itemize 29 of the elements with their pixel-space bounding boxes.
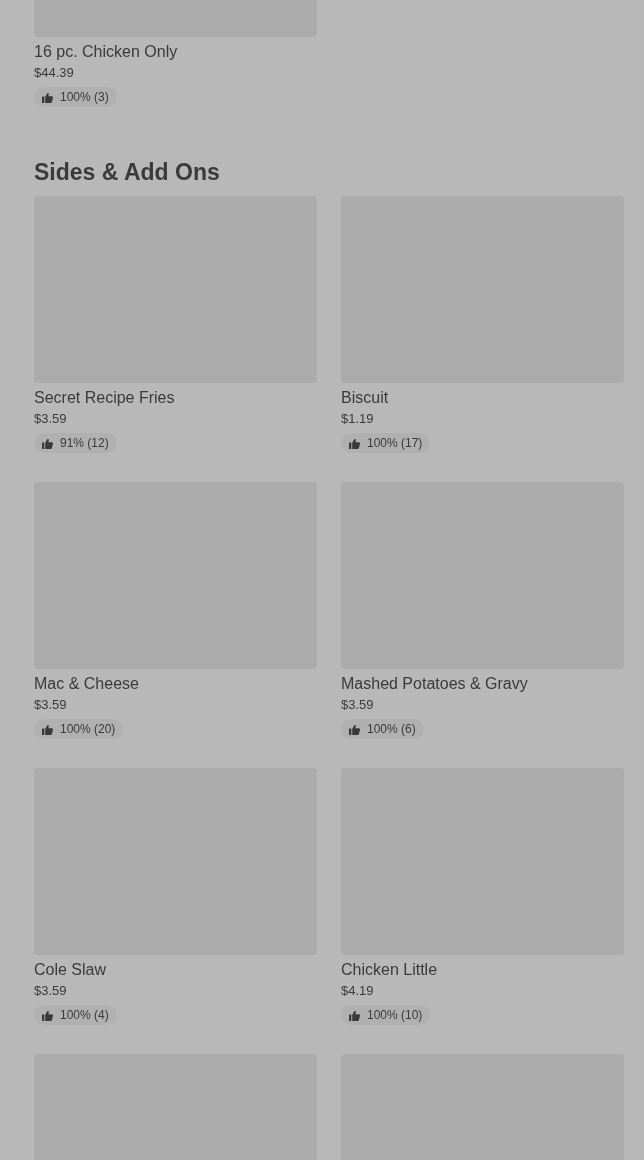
item-price: $1.19 — [341, 411, 374, 427]
item-price: $3.59 — [341, 697, 374, 713]
thumbs-up-icon — [42, 1009, 53, 1021]
rating-text: 100% (4) — [60, 1007, 109, 1023]
item-name: Secret Recipe Fries — [34, 388, 175, 408]
rating-text: 100% (6) — [367, 721, 416, 737]
item-name: Biscuit — [341, 388, 389, 408]
rating-text: 100% (10) — [367, 1007, 423, 1023]
thumbs-up-icon — [349, 723, 360, 735]
thumbs-up-icon — [42, 437, 53, 449]
thumbs-up-icon — [42, 723, 53, 735]
item-name: Mac & Cheese — [34, 674, 139, 694]
item-price: $44.39 — [34, 65, 74, 81]
rating-text: 100% (20) — [60, 721, 116, 737]
item-price: $4.19 — [341, 983, 374, 999]
rating-text: 100% (3) — [60, 89, 109, 105]
thumbs-up-icon — [42, 91, 53, 103]
item-name: 16 pc. Chicken Only — [34, 42, 178, 62]
thumbs-up-icon — [349, 1009, 360, 1021]
item-name: Mashed Potatoes & Gravy — [341, 674, 528, 694]
item-name: Chicken Little — [341, 960, 438, 980]
section-title: Sides & Add Ons — [34, 158, 221, 186]
item-price: $3.59 — [34, 983, 67, 999]
item-price: $3.59 — [34, 697, 67, 713]
rating-text: 100% (17) — [367, 435, 423, 451]
item-price: $3.59 — [34, 411, 67, 427]
thumbs-up-icon — [349, 437, 360, 449]
rating-text: 91% (12) — [60, 435, 109, 451]
item-name: Cole Slaw — [34, 960, 107, 980]
